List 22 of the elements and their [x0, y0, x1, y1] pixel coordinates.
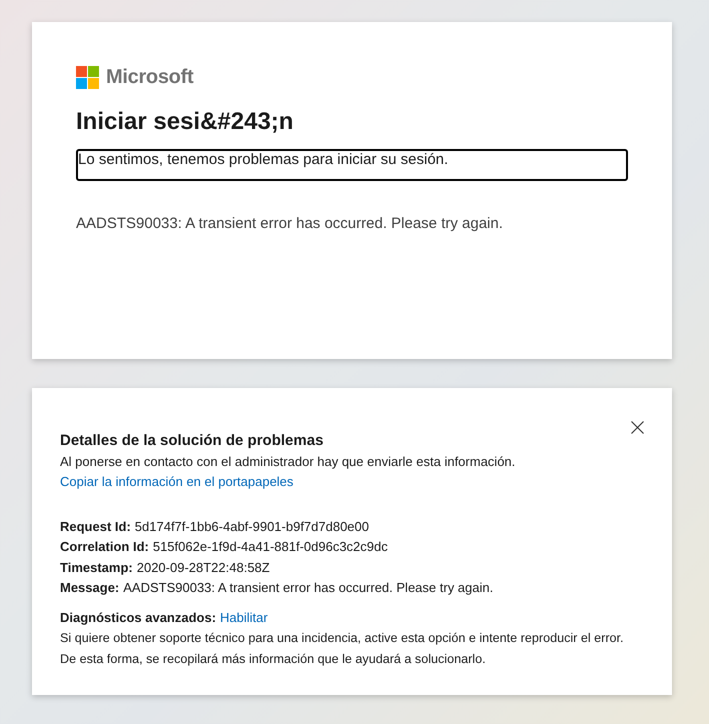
logo-text: Microsoft: [106, 66, 194, 89]
field-value: 5d174f7f-1bb6-4abf-9901-b9f7d7d80e00: [134, 518, 369, 536]
copy-link[interactable]: Copiar la información en el portapapeles: [60, 472, 294, 492]
field-value: AADSTS90033: A transient error has occurred. Please try again.: [123, 578, 494, 597]
panel-title: Detalles de la solución de problemas: [60, 431, 324, 451]
diagnostics-description: Si quiere obtener soporte técnico para una incidencia, active esta opción e intente reproducir el error.: [60, 630, 625, 648]
notice-box: Lo sentimos, tenemos problemas para iniciar su sesión.: [76, 149, 628, 181]
field-label: Message:: [60, 578, 120, 597]
field-value: 2020-09-28T22:48:58Z: [136, 558, 270, 577]
panel-description: Al ponerse en contacto con el administrador hay que enviarle esta información.: [60, 453, 516, 471]
close-button[interactable]: [628, 418, 646, 436]
diagnostics-description: De esta forma, se recopilará más información que le ayudará a solucionarlo.: [60, 650, 487, 668]
field-label: Request Id:: [60, 518, 131, 536]
diagnostics-label: Diagnósticos avanzados:: [60, 609, 216, 628]
close-icon: [630, 420, 644, 434]
page-title: Iniciar sesi&#243;n: [76, 107, 294, 137]
field-label: Correlation Id:: [60, 538, 149, 556]
field-value: 515f062e-1f9d-4a41-881f-0d96c3c2c9dc: [152, 538, 388, 556]
error-message: AADSTS90033: A transient error has occurred. Please try again.: [76, 214, 504, 234]
logo-icon: [76, 66, 99, 89]
enable-link[interactable]: Habilitar: [220, 608, 268, 628]
field-label: Timestamp:: [60, 558, 133, 577]
